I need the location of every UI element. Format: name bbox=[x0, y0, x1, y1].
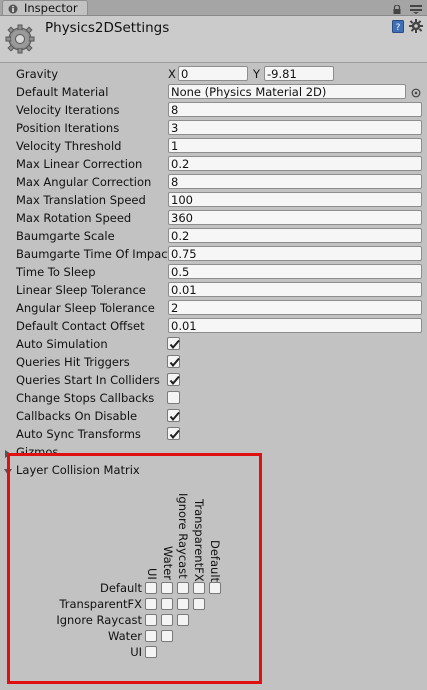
page-title: Physics2DSettings bbox=[45, 20, 170, 36]
checkmark-icon bbox=[169, 411, 180, 422]
max-angular-correction-field[interactable]: 8 bbox=[168, 174, 422, 189]
velocity-iterations-label: Velocity Iterations bbox=[16, 103, 120, 117]
position-iterations-field[interactable]: 3 bbox=[168, 120, 422, 135]
max-rotation-speed-field[interactable]: 360 bbox=[168, 210, 422, 225]
max-linear-correction-label: Max Linear Correction bbox=[16, 157, 143, 171]
baumgarte-toi-scale-label: Baumgarte Time Of Impact Scale bbox=[16, 247, 168, 261]
max-rotation-speed-label: Max Rotation Speed bbox=[16, 211, 132, 225]
default-contact-offset-label: Default Contact Offset bbox=[16, 319, 145, 333]
max-linear-correction-field[interactable]: 0.2 bbox=[168, 156, 422, 171]
checkmark-icon bbox=[169, 357, 180, 368]
context-menu-icon[interactable] bbox=[410, 3, 422, 14]
help-icon[interactable]: ? bbox=[392, 20, 404, 33]
queries-start-in-colliders-checkbox[interactable] bbox=[167, 373, 180, 386]
tab-label: Inspector bbox=[24, 1, 78, 15]
checkmark-icon bbox=[169, 429, 180, 440]
gravity-x-field[interactable]: 0 bbox=[178, 66, 248, 81]
default-material-field[interactable]: None (Physics Material 2D) bbox=[168, 84, 406, 99]
queries-hit-triggers-label: Queries Hit Triggers bbox=[16, 355, 130, 369]
auto-sync-transforms-label: Auto Sync Transforms bbox=[16, 427, 141, 441]
linear-sleep-tolerance-field[interactable]: 0.01 bbox=[168, 282, 422, 297]
checkmark-icon bbox=[169, 375, 180, 386]
gear-icon[interactable] bbox=[409, 19, 423, 33]
object-picker-icon[interactable] bbox=[411, 87, 421, 98]
gravity-y-field[interactable]: -9.81 bbox=[264, 66, 334, 81]
change-stops-callbacks-checkbox[interactable] bbox=[167, 391, 180, 404]
change-stops-callbacks-label: Change Stops Callbacks bbox=[16, 391, 155, 405]
position-iterations-label: Position Iterations bbox=[16, 121, 120, 135]
time-to-sleep-field[interactable]: 0.5 bbox=[168, 264, 422, 279]
max-translation-speed-label: Max Translation Speed bbox=[16, 193, 146, 207]
linear-sleep-tolerance-label: Linear Sleep Tolerance bbox=[16, 283, 146, 297]
baumgarte-scale-label: Baumgarte Scale bbox=[16, 229, 115, 243]
gravity-label: Gravity bbox=[16, 67, 59, 81]
auto-simulation-checkbox[interactable] bbox=[167, 337, 180, 350]
auto-sync-transforms-checkbox[interactable] bbox=[167, 427, 180, 440]
default-material-label: Default Material bbox=[16, 85, 109, 99]
checkmark-icon bbox=[169, 339, 180, 350]
svg-text:?: ? bbox=[396, 23, 401, 33]
highlight-box bbox=[7, 453, 262, 684]
gravity-y-axis-label[interactable]: Y bbox=[253, 66, 260, 82]
max-angular-correction-label: Max Angular Correction bbox=[16, 175, 152, 189]
callbacks-on-disable-label: Callbacks On Disable bbox=[16, 409, 138, 423]
velocity-iterations-field[interactable]: 8 bbox=[168, 102, 422, 117]
default-contact-offset-field[interactable]: 0.01 bbox=[168, 318, 422, 333]
queries-start-in-colliders-label: Queries Start In Colliders bbox=[16, 373, 160, 387]
baumgarte-scale-field[interactable]: 0.2 bbox=[168, 228, 422, 243]
max-translation-speed-field[interactable]: 100 bbox=[168, 192, 422, 207]
tab-inspector[interactable]: Inspector bbox=[2, 0, 88, 15]
baumgarte-toi-scale-field[interactable]: 0.75 bbox=[168, 246, 422, 261]
info-icon bbox=[8, 3, 18, 14]
time-to-sleep-label: Time To Sleep bbox=[16, 265, 96, 279]
callbacks-on-disable-checkbox[interactable] bbox=[167, 409, 180, 422]
queries-hit-triggers-checkbox[interactable] bbox=[167, 355, 180, 368]
angular-sleep-tolerance-field[interactable]: 2 bbox=[168, 300, 422, 315]
velocity-threshold-field[interactable]: 1 bbox=[168, 138, 422, 153]
velocity-threshold-label: Velocity Threshold bbox=[16, 139, 122, 153]
gravity-x-axis-label[interactable]: X bbox=[168, 66, 176, 82]
auto-simulation-label: Auto Simulation bbox=[16, 337, 108, 351]
settings-asset-icon bbox=[5, 24, 35, 54]
angular-sleep-tolerance-label: Angular Sleep Tolerance bbox=[16, 301, 155, 315]
lock-icon[interactable] bbox=[393, 3, 401, 14]
